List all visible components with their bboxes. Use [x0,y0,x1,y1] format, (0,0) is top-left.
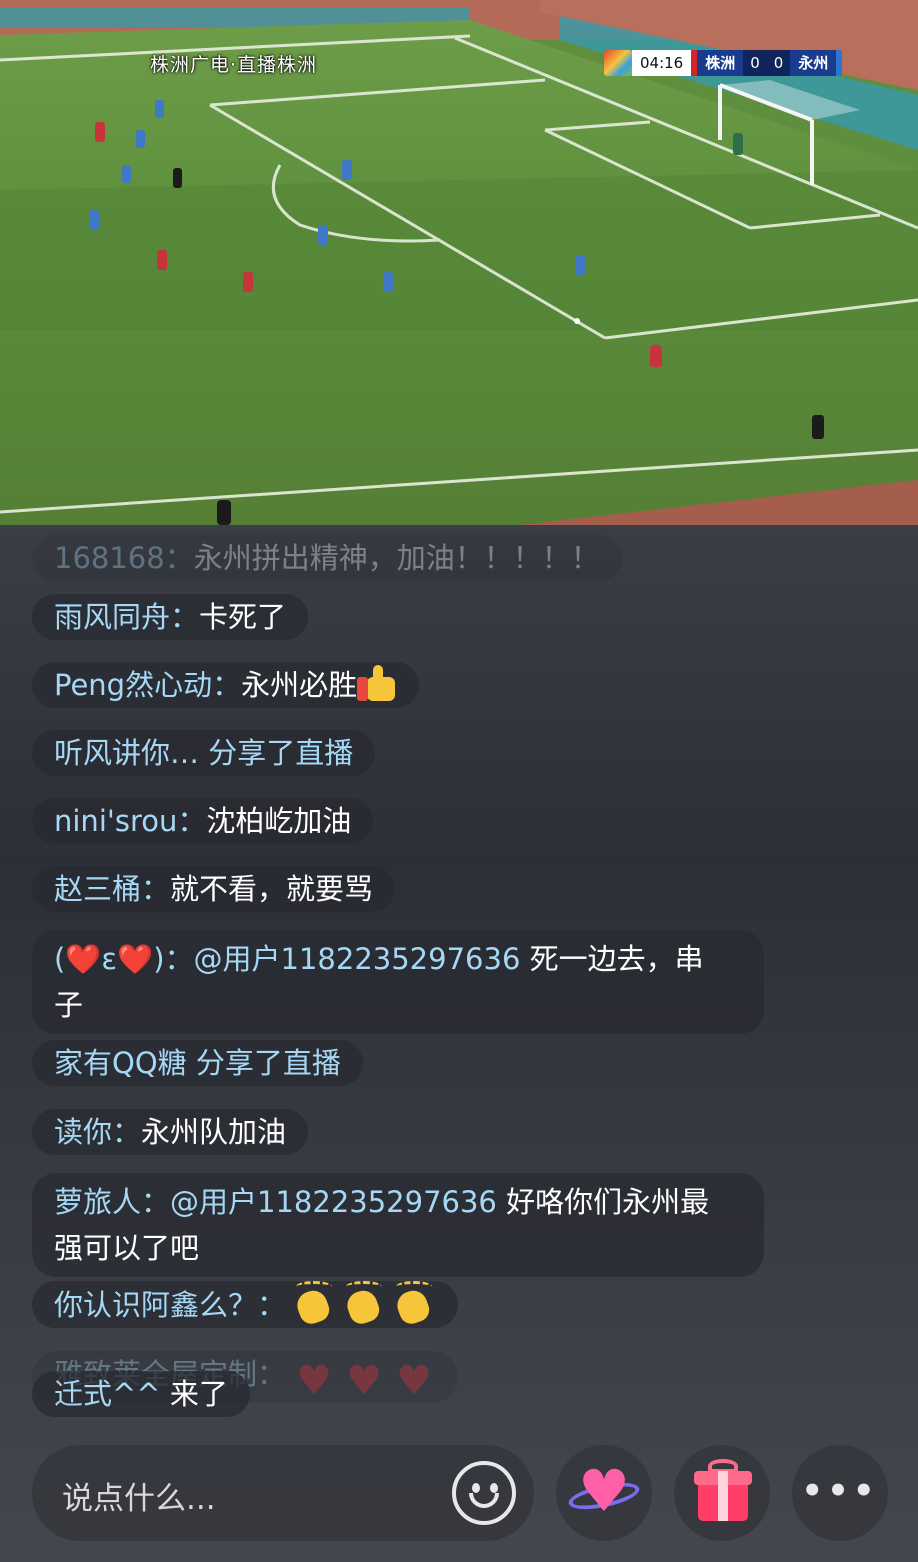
comment-input[interactable]: 说点什么... [32,1445,534,1541]
chat-join-notice: 迁式^^ 来了 [32,1371,250,1417]
chat-text: 永州必胜 [241,668,358,702]
live-video-player[interactable]: 株洲广电·直播株洲 04:16 株洲 0 0 永州 [0,0,918,525]
chat-message: (❤️ε❤️)：@用户1182235297636 死一边去，串子 [32,930,764,1034]
heart-icon: ♥ [396,1358,432,1404]
football-pitch [0,0,918,525]
home-team-name: 株洲 [697,50,744,76]
chat-text: 来了 [160,1377,228,1411]
chat-share-notice: 家有QQ糖 分享了直播 [32,1040,363,1086]
broadcaster-watermark: 株洲广电·直播株洲 [150,54,318,76]
chat-text: 就不看，就要骂 [170,872,374,906]
chat-text: 永州队加油 [141,1115,287,1149]
chat-username[interactable]: 赵三桶： [54,872,170,906]
chat-message: 雨风同舟：卡死了 [32,594,309,640]
scoreboard: 04:16 株洲 0 0 永州 [604,50,843,76]
away-color-strip [836,50,843,76]
chat-mention[interactable]: @用户1182235297636 [170,1185,497,1219]
chat-text-continued: 子 [54,988,84,1022]
live-chat-list[interactable]: 168168：永州拼出精神，加油！！！！！ 雨风同舟：卡死了 Peng然心动：永… [0,525,918,1435]
heart-icon: ♥ [296,1358,332,1404]
chat-message: 赵三桶：就不看，就要骂 [32,866,396,912]
chat-username[interactable]: Peng然心动： [54,668,241,702]
chat-username[interactable]: (❤️ε❤️)： [54,942,194,976]
chat-username[interactable]: 读你： [54,1115,141,1149]
match-clock: 04:16 [632,50,692,76]
comment-placeholder: 说点什么... [62,1481,216,1517]
chat-text: 好咯你们永州最 [496,1185,710,1219]
thumbs-up-icon [357,663,397,703]
chat-username[interactable]: 家有QQ糖 分享了直播 [54,1046,341,1080]
chat-text: 沈柏屹加油 [206,804,352,838]
chat-message: nini'srou：沈柏屹加油 [32,798,374,844]
more-icon: ••• [801,1471,879,1511]
clapping-hands-icon [392,1281,436,1325]
smile-icon[interactable] [452,1461,516,1525]
away-score: 0 [766,50,791,76]
chat-username[interactable]: 听风讲你… 分享了直播 [54,736,353,770]
chat-text: 永州拼出精神，加油！！！！！ [193,541,600,575]
like-button[interactable]: ♥ [556,1445,652,1541]
heart-icon: ♥ [346,1358,382,1404]
chat-text-continued: 强可以了吧 [54,1231,200,1265]
chat-username[interactable]: 168168： [54,541,194,575]
chat-share-notice: 听风讲你… 分享了直播 [32,730,376,776]
chat-message: 168168：永州拼出精神，加油！！！！！ [32,535,622,581]
chat-message: 你认识阿鑫么？： [32,1281,459,1328]
away-team-name: 永州 [790,50,837,76]
chat-username[interactable]: 你认识阿鑫么？： [54,1288,286,1322]
chat-text: 死一边去，串 [520,942,704,976]
chat-username[interactable]: 迁式^^ [54,1377,161,1411]
like-heart-icon: ♥ [578,1457,630,1525]
chat-message: 萝旅人：@用户1182235297636 好咯你们永州最强可以了吧 [32,1173,764,1277]
channel-logo-icon [604,50,632,76]
chat-mention[interactable]: @用户1182235297636 [194,942,521,976]
clapping-hands-icon [292,1281,336,1325]
gift-button[interactable] [674,1445,770,1541]
chat-message: 读你：永州队加油 [32,1109,309,1155]
chat-message: Peng然心动：永州必胜 [32,662,420,708]
more-button[interactable]: ••• [792,1445,888,1541]
home-score: 0 [743,50,767,76]
chat-username[interactable]: 萝旅人： [54,1185,170,1219]
chat-username[interactable]: nini'srou： [54,804,206,838]
chat-username[interactable]: 雨风同舟： [54,600,199,634]
clapping-hands-icon [342,1281,386,1325]
chat-text: 卡死了 [199,600,287,634]
